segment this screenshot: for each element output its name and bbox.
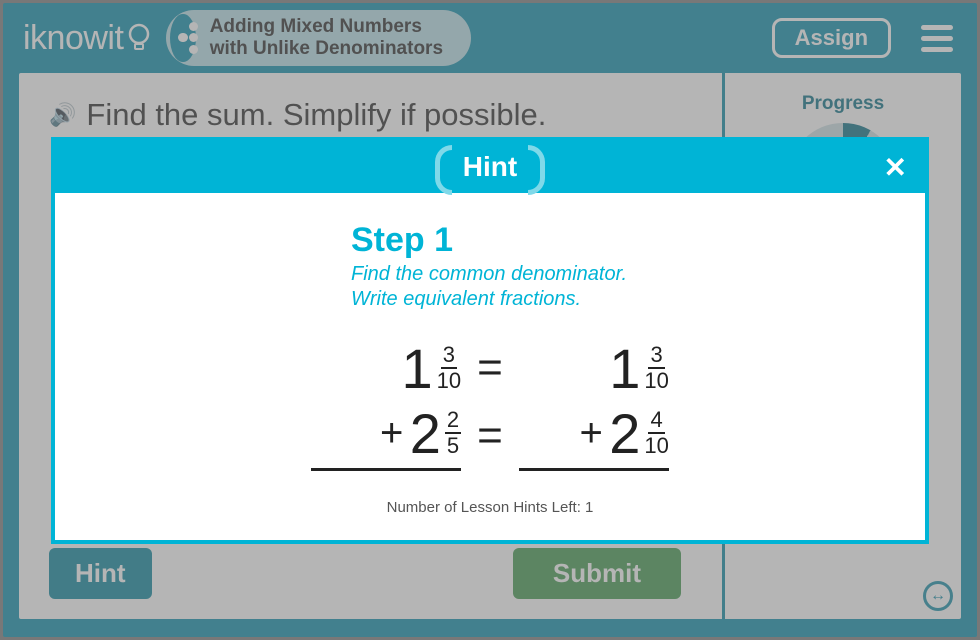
whole-number: 2 [410,401,441,466]
modal-header: Hint ✕ [55,141,925,193]
whole-number: 1 [609,336,640,401]
step-desc-line1: Find the common denominator. [351,263,627,285]
eq-left-2: + 2 2 5 [311,401,461,471]
close-icon[interactable]: ✕ [884,151,907,184]
modal-body: Step 1 Find the common denominator. Writ… [55,193,925,540]
step-title: Step 1 [351,221,865,260]
fraction: 4 10 [644,409,668,457]
whole-number: 1 [402,336,433,401]
step-desc-line2: Write equivalent fractions. [351,288,581,310]
fraction: 3 10 [437,344,461,392]
fraction: 3 10 [644,344,668,392]
eq-left-1: 1 3 10 [311,336,461,401]
whole-number: 2 [609,401,640,466]
equals-sign: = [477,411,503,461]
eq-right-1: 1 3 10 [519,336,669,401]
equals-sign: = [477,343,503,393]
equation-row-2: + 2 2 5 = + 2 4 10 [300,401,680,471]
hints-left-text: Number of Lesson Hints Left: 1 [115,499,865,516]
eq-right-2: + 2 4 10 [519,401,669,471]
fraction: 2 5 [445,409,461,457]
hint-modal: Hint ✕ Step 1 Find the common denominato… [51,137,929,544]
modal-title: Hint [449,151,531,183]
plus-sign: + [378,411,406,456]
equation-area: 1 3 10 = 1 3 10 [300,336,680,471]
step-description: Find the common denominator. Write equiv… [351,262,865,312]
equation-row-1: 1 3 10 = 1 3 10 [300,336,680,401]
plus-sign: + [577,411,605,456]
modal-overlay: Hint ✕ Step 1 Find the common denominato… [0,0,980,640]
